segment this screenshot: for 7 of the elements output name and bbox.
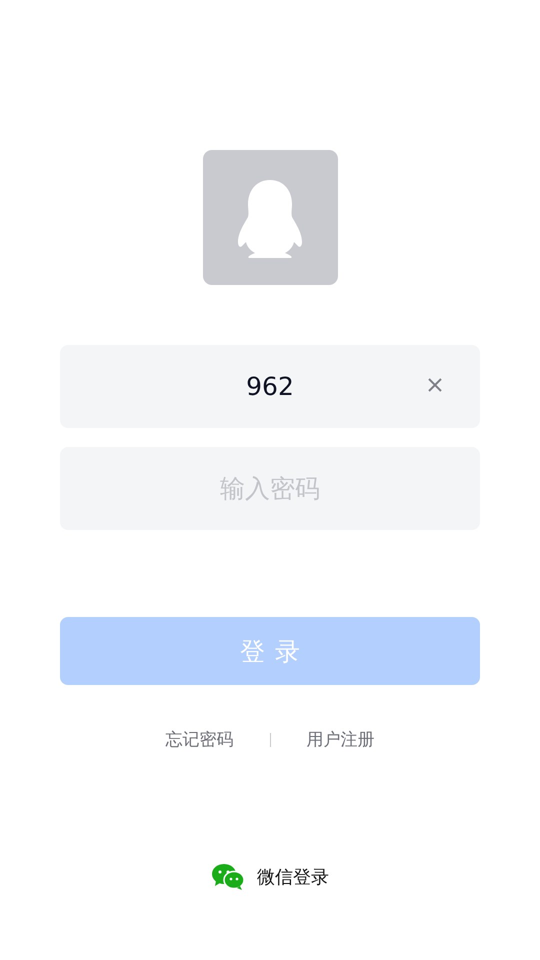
clear-button[interactable] [428, 378, 442, 392]
text-link[interactable]: 忘记密码 [166, 728, 234, 751]
account-field[interactable]: 962 [60, 345, 480, 428]
wechat-icon[interactable] [211, 864, 245, 890]
wechat-login-link[interactable]: 微信登录 [257, 865, 329, 889]
text-link[interactable]: 用户注册 [306, 728, 374, 751]
avatar-icon [202, 150, 338, 285]
